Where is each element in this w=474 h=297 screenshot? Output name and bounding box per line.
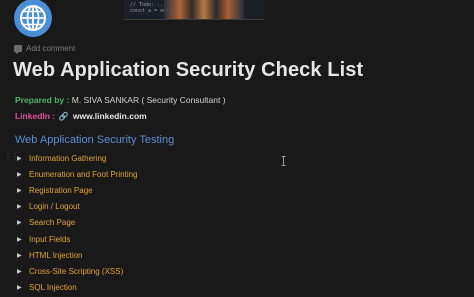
toggle-arrow-icon[interactable]: ▶ — [17, 203, 29, 210]
prepared-by-line[interactable]: Prepared by : M. SIVA SANKAR ( Security … — [15, 95, 226, 105]
page-title[interactable]: Web Application Security Check List — [13, 59, 363, 82]
toggle-item-label: Search Page — [29, 218, 76, 228]
toggle-arrow-icon[interactable]: ▶ — [17, 171, 29, 178]
prepared-by-value: M. SIVA SANKAR ( Security Consultant ) — [69, 95, 226, 105]
toggle-arrow-icon[interactable]: ▶ — [17, 155, 29, 162]
link-icon: 🔗 — [58, 112, 69, 121]
linkedin-link[interactable]: www.linkedin.com — [73, 111, 147, 121]
globe-icon[interactable] — [13, 0, 53, 40]
drag-handle-icon[interactable]: ⋮⋮ — [4, 153, 19, 161]
toggle-item[interactable]: ▶ Search Page — [17, 215, 138, 231]
toggle-item[interactable]: ▶ Information Gathering — [17, 150, 138, 166]
toggle-item[interactable]: ▶ Input Fields — [17, 231, 138, 247]
toggle-arrow-icon[interactable]: ▶ — [17, 252, 29, 259]
comment-icon — [14, 45, 22, 54]
toggle-item[interactable]: ▶ Registration Page — [17, 182, 138, 198]
prepared-by-label: Prepared by : — [15, 95, 70, 105]
toggle-item-label: Login / Logout — [29, 202, 80, 212]
linkedin-line[interactable]: LinkedIn : 🔗 www.linkedin.com — [15, 111, 147, 121]
toggle-arrow-icon[interactable]: ▶ — [17, 236, 29, 243]
toggle-item[interactable]: ▶ Login / Logout — [17, 199, 138, 215]
toggle-item-label: HTML Injection — [29, 250, 83, 260]
toggle-arrow-icon[interactable]: ▶ — [17, 284, 29, 291]
add-comment-label: Add comment — [26, 44, 76, 53]
toggle-item-label: Registration Page — [29, 185, 93, 195]
toggle-item-label: Cross-Site Scripting (XSS) — [29, 266, 124, 276]
toggle-item-label: Information Gathering — [29, 153, 107, 163]
toggle-item[interactable]: ▶ Cross-Site Scripting (XSS) — [17, 263, 138, 279]
cover-artwork — [164, 0, 244, 19]
add-comment-button[interactable]: Add comment — [14, 44, 76, 54]
toggle-item[interactable]: ▶ SQL Injection — [17, 280, 138, 296]
cover-image[interactable]: // Todo: ... const a = null — [124, 0, 264, 20]
toggle-item-label: Input Fields — [29, 234, 71, 244]
section-heading[interactable]: Web Application Security Testing — [15, 134, 174, 146]
linkedin-label: LinkedIn : — [15, 111, 56, 121]
toggle-arrow-icon[interactable]: ▶ — [17, 187, 29, 194]
toggle-item[interactable]: ▶ Enumeration and Foot Printing — [17, 166, 138, 182]
toggle-arrow-icon[interactable]: ▶ — [17, 219, 29, 226]
text-cursor-icon — [281, 156, 286, 166]
toggle-arrow-icon[interactable]: ▶ — [17, 268, 29, 275]
toggle-item[interactable]: ▶ HTML Injection — [17, 247, 138, 263]
toggle-item-label: SQL Injection — [29, 283, 77, 293]
toggle-list: ▶ Information Gathering ▶ Enumeration and … — [17, 150, 138, 296]
toggle-item-label: Enumeration and Foot Printing — [29, 169, 138, 179]
